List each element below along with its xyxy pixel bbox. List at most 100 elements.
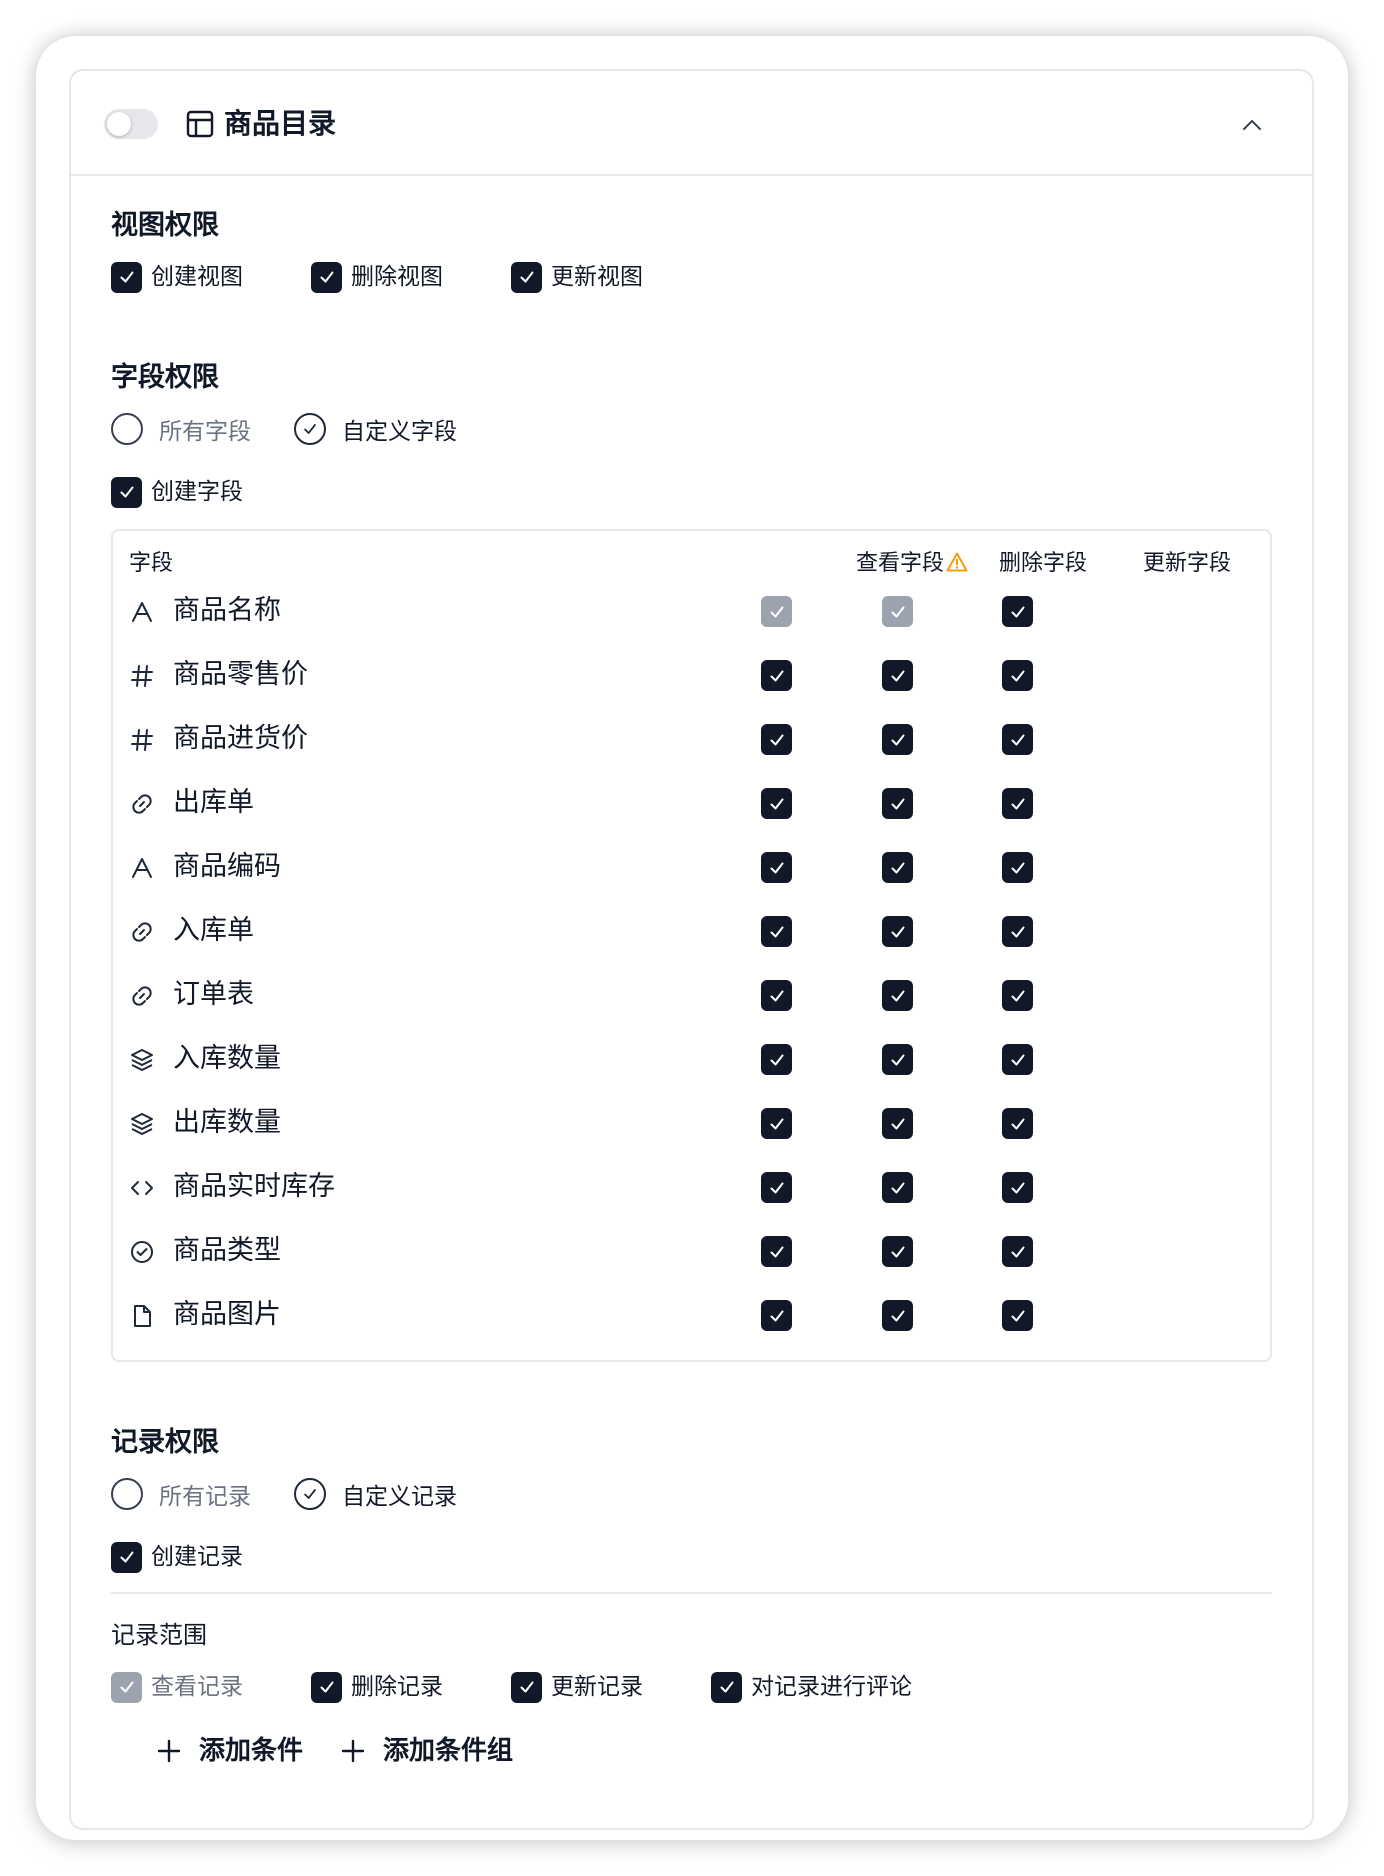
- checkbox-checked-icon: [1008, 1242, 1028, 1262]
- delete-field-checkbox[interactable]: [882, 596, 913, 627]
- checkbox-checked-icon: [767, 730, 787, 750]
- view-record-checkbox[interactable]: 查看记录: [111, 1671, 311, 1703]
- update-field-checkbox[interactable]: [1002, 724, 1033, 755]
- checkbox-checked-icon: [767, 1242, 787, 1262]
- radio-selected-icon: [294, 1478, 326, 1510]
- col-header-view-label: 查看字段: [856, 551, 945, 576]
- delete-field-checkbox[interactable]: [882, 660, 913, 691]
- link-icon: [132, 794, 152, 814]
- comment-record-label: 对记录进行评论: [751, 1674, 912, 1700]
- enable-toggle[interactable]: [104, 109, 158, 139]
- update-field-checkbox[interactable]: [1002, 1300, 1033, 1331]
- view-field-checkbox[interactable]: [761, 788, 792, 819]
- view-field-checkbox[interactable]: [761, 724, 792, 755]
- col-header-update: 更新字段: [1143, 551, 1232, 576]
- update-field-checkbox[interactable]: [1002, 1236, 1033, 1267]
- all-records-radio[interactable]: 所有记录: [111, 1477, 294, 1511]
- table-row: 订单表: [113, 963, 1270, 1027]
- table-row: 入库单: [113, 899, 1270, 963]
- checkbox-checked-icon: [767, 666, 787, 686]
- checkbox-checked-icon: [888, 666, 908, 686]
- view-field-checkbox[interactable]: [761, 1172, 792, 1203]
- create-view-checkbox[interactable]: 创建视图: [111, 261, 311, 293]
- delete-field-checkbox[interactable]: [882, 1108, 913, 1139]
- view-field-checkbox[interactable]: [761, 852, 792, 883]
- custom-fields-radio[interactable]: 自定义字段: [294, 412, 457, 446]
- view-field-checkbox[interactable]: [761, 980, 792, 1011]
- record-scope-title: 记录范围: [111, 1621, 207, 1649]
- layers-icon: [131, 1113, 153, 1135]
- checkbox-disabled-icon: [111, 1671, 142, 1703]
- checkbox-checked-icon: [888, 794, 908, 814]
- col-header-view: 查看字段: [856, 549, 968, 579]
- update-view-checkbox[interactable]: 更新视图: [511, 261, 643, 293]
- checkbox-checked-icon: [767, 1306, 787, 1326]
- table-row: 入库数量: [113, 1027, 1270, 1091]
- delete-field-checkbox[interactable]: [882, 1044, 913, 1075]
- chevron-up-icon[interactable]: [1240, 113, 1264, 137]
- delete-field-checkbox[interactable]: [882, 916, 913, 947]
- radio-unselected-icon: [111, 1478, 143, 1510]
- checkbox-disabled-icon: [888, 602, 908, 622]
- add-condition-group-label: 添加条件组: [383, 1736, 514, 1766]
- checkbox-checked-icon: [888, 1178, 908, 1198]
- warning-icon[interactable]: [946, 551, 968, 573]
- field-permissions-title: 字段权限: [111, 362, 219, 393]
- delete-record-checkbox[interactable]: 删除记录: [311, 1671, 511, 1703]
- field-name: 商品实时库存: [173, 1171, 335, 1202]
- all-records-label: 所有记录: [159, 1484, 251, 1510]
- delete-view-checkbox[interactable]: 删除视图: [311, 261, 511, 293]
- field-name: 商品零售价: [173, 659, 308, 690]
- link-icon: [132, 986, 152, 1006]
- update-field-checkbox[interactable]: [1002, 980, 1033, 1011]
- col-header-delete: 删除字段: [999, 551, 1088, 576]
- view-field-checkbox[interactable]: [761, 1044, 792, 1075]
- view-field-checkbox[interactable]: [761, 1300, 792, 1331]
- update-field-checkbox[interactable]: [1002, 1108, 1033, 1139]
- create-field-checkbox[interactable]: 创建字段: [111, 476, 243, 508]
- delete-field-checkbox[interactable]: [882, 1172, 913, 1203]
- update-record-checkbox[interactable]: 更新记录: [511, 1671, 711, 1703]
- view-field-checkbox[interactable]: [761, 660, 792, 691]
- hash-icon: [131, 729, 153, 751]
- text-icon: [132, 602, 152, 622]
- delete-field-checkbox[interactable]: [882, 724, 913, 755]
- view-field-checkbox[interactable]: [761, 1236, 792, 1267]
- card-header[interactable]: 商品目录: [71, 71, 1312, 176]
- radio-selected-icon: [294, 413, 326, 445]
- add-condition-button[interactable]: 添加条件: [155, 1733, 303, 1769]
- table-row: 商品实时库存: [113, 1155, 1270, 1219]
- custom-records-radio[interactable]: 自定义记录: [294, 1477, 457, 1511]
- table-row: 商品类型: [113, 1219, 1270, 1283]
- table-row: 商品图片: [113, 1283, 1270, 1347]
- create-field-label: 创建字段: [151, 479, 243, 505]
- checkbox-checked-icon: [888, 922, 908, 942]
- view-field-checkbox[interactable]: [761, 916, 792, 947]
- update-field-checkbox[interactable]: [1002, 1172, 1033, 1203]
- delete-field-checkbox[interactable]: [882, 980, 913, 1011]
- delete-field-checkbox[interactable]: [882, 788, 913, 819]
- comment-record-checkbox[interactable]: 对记录进行评论: [711, 1671, 912, 1703]
- custom-records-label: 自定义记录: [342, 1484, 457, 1510]
- field-name: 商品类型: [173, 1235, 281, 1266]
- update-field-checkbox[interactable]: [1002, 660, 1033, 691]
- delete-field-checkbox[interactable]: [882, 1300, 913, 1331]
- update-field-checkbox[interactable]: [1002, 788, 1033, 819]
- add-condition-group-button[interactable]: 添加条件组: [339, 1733, 513, 1769]
- update-field-checkbox[interactable]: [1002, 916, 1033, 947]
- view-field-checkbox[interactable]: [761, 1108, 792, 1139]
- radio-unselected-icon: [111, 413, 143, 445]
- view-permissions-options: 创建视图 删除视图 更新视图: [111, 261, 643, 293]
- checkbox-checked-icon: [767, 922, 787, 942]
- delete-field-checkbox[interactable]: [882, 1236, 913, 1267]
- add-condition-label: 添加条件: [199, 1736, 304, 1766]
- update-field-checkbox[interactable]: [1002, 596, 1033, 627]
- all-fields-radio[interactable]: 所有字段: [111, 412, 294, 446]
- field-name: 出库数量: [173, 1107, 281, 1138]
- delete-field-checkbox[interactable]: [882, 852, 913, 883]
- view-field-checkbox[interactable]: [761, 596, 792, 627]
- create-record-checkbox[interactable]: 创建记录: [111, 1541, 243, 1573]
- update-field-checkbox[interactable]: [1002, 1044, 1033, 1075]
- checkbox-checked-icon: [111, 476, 142, 508]
- update-field-checkbox[interactable]: [1002, 852, 1033, 883]
